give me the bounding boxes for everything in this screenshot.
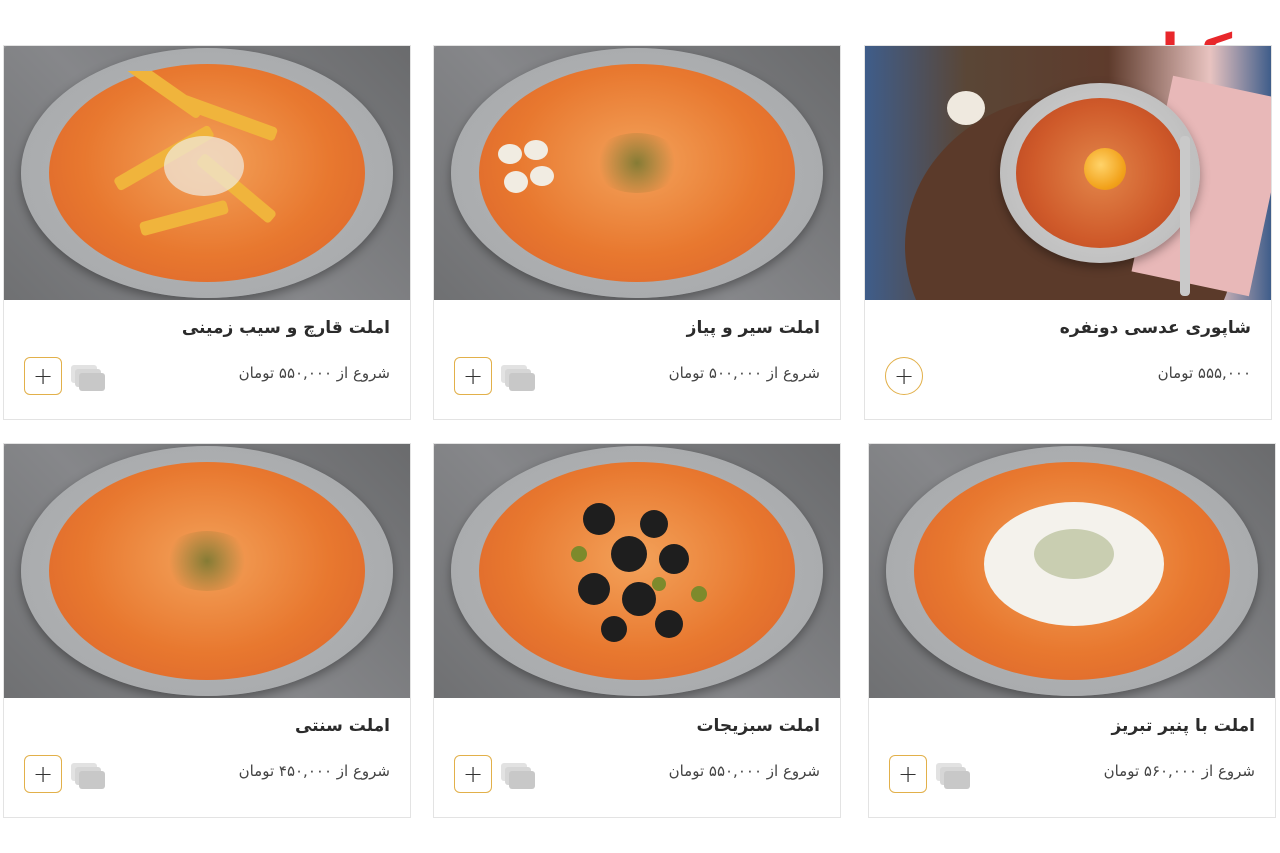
product-title[interactable]: املت سنتی	[295, 716, 390, 736]
plus-icon: +	[462, 760, 484, 788]
product-image[interactable]	[4, 46, 410, 300]
plus-icon: +	[897, 760, 919, 788]
product-price: شروع از ۵۵۰,۰۰۰ تومان	[238, 364, 390, 382]
product-image[interactable]	[4, 444, 410, 698]
plus-icon: +	[32, 760, 54, 788]
product-card[interactable]: املت سیر و پیاز شروع از ۵۰۰,۰۰۰ تومان +	[433, 45, 841, 420]
add-to-cart-button[interactable]: +	[24, 357, 62, 395]
plus-icon: +	[32, 362, 54, 390]
product-price: شروع از ۵۵۰,۰۰۰ تومان	[668, 762, 820, 780]
product-image[interactable]	[434, 46, 840, 300]
stacked-cards-icon[interactable]	[501, 763, 535, 789]
stacked-cards-icon[interactable]	[501, 365, 535, 391]
product-title[interactable]: املت سبزیجات	[696, 716, 820, 736]
product-title[interactable]: شاپوری عدسی دونفره	[1060, 318, 1251, 338]
stacked-cards-icon[interactable]	[936, 763, 970, 789]
product-card[interactable]: املت سنتی شروع از ۴۵۰,۰۰۰ تومان +	[3, 443, 411, 818]
product-price: شروع از ۴۵۰,۰۰۰ تومان	[238, 762, 390, 780]
product-image[interactable]	[869, 444, 1275, 698]
product-card[interactable]: املت با پنیر تبریز شروع از ۵۶۰,۰۰۰ تومان…	[868, 443, 1276, 818]
product-title[interactable]: املت قارچ و سیب زمینی	[182, 318, 390, 338]
feta-cheese	[979, 494, 1169, 634]
add-to-cart-button[interactable]: +	[454, 357, 492, 395]
plus-icon: +	[462, 362, 484, 390]
product-card[interactable]: املت قارچ و سیب زمینی شروع از ۵۵۰,۰۰۰ تو…	[3, 45, 411, 420]
product-image[interactable]	[865, 46, 1271, 300]
add-to-cart-button[interactable]: +	[454, 755, 492, 793]
herbs	[592, 132, 682, 193]
egg-yolk	[1084, 147, 1127, 190]
olives	[559, 499, 719, 649]
add-to-cart-button[interactable]: +	[885, 357, 923, 395]
product-card[interactable]: شاپوری عدسی دونفره ۵۵۵,۰۰۰ تومان +	[864, 45, 1272, 420]
herbs	[162, 530, 252, 591]
product-price: شروع از ۵۰۰,۰۰۰ تومان	[668, 364, 820, 382]
stacked-cards-icon[interactable]	[71, 365, 105, 391]
potato-fries	[99, 58, 299, 261]
plus-icon: +	[893, 362, 915, 390]
product-title[interactable]: املت با پنیر تبریز	[1111, 716, 1255, 736]
garlic-cloves	[496, 138, 556, 198]
product-card[interactable]: املت سبزیجات شروع از ۵۵۰,۰۰۰ تومان +	[433, 443, 841, 818]
product-price: ۵۵۵,۰۰۰ تومان	[1157, 364, 1251, 382]
stacked-cards-icon[interactable]	[71, 763, 105, 789]
product-image[interactable]	[434, 444, 840, 698]
product-price: شروع از ۵۶۰,۰۰۰ تومان	[1103, 762, 1255, 780]
add-to-cart-button[interactable]: +	[24, 755, 62, 793]
add-to-cart-button[interactable]: +	[889, 755, 927, 793]
product-title[interactable]: املت سیر و پیاز	[687, 318, 820, 338]
fork	[1180, 136, 1190, 296]
garlic-bulb	[947, 91, 985, 125]
